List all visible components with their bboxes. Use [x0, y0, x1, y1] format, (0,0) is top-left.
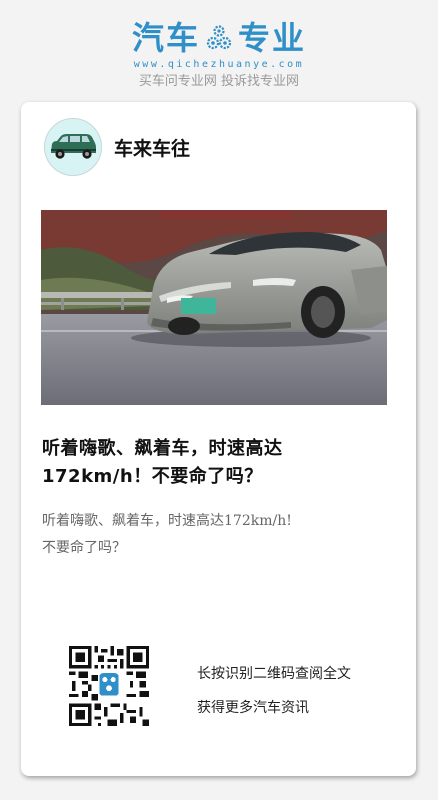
brand-header: 汽车 专业 www.qichezhuanye.com 买车问专业网 投诉找专业网	[0, 18, 438, 91]
brand-name-part2: 专业	[238, 19, 307, 57]
brand-url: www.qichezhuanye.com	[133, 59, 305, 70]
grey-sedan-photo	[41, 210, 387, 405]
qr-code-icon[interactable]	[69, 646, 149, 726]
summary-line-1: 听着嗨歌、飙着车，时速高达172km/h!	[42, 513, 292, 529]
qr-instruction-line-2: 获得更多汽车资讯	[197, 700, 309, 716]
brand-name-part1: 汽车	[131, 19, 200, 57]
qr-instruction-line-1: 长按识别二维码查阅全文	[197, 666, 351, 682]
qr-instructions: 长按识别二维码查阅全文 获得更多汽车资讯	[197, 657, 351, 725]
article-card[interactable]: 车来车往 听着嗨歌、飙着车，时速高达172km/h！不要命了吗？ 听着嗨歌、飙着…	[21, 102, 416, 776]
green-suv-icon	[51, 134, 96, 159]
brand-logo: 汽车 专业	[132, 18, 306, 58]
avatar	[44, 118, 102, 176]
article-title[interactable]: 听着嗨歌、飙着车，时速高达172km/h！不要命了吗？	[42, 435, 392, 491]
article-summary: 听着嗨歌、飙着车，时速高达172km/h! 不要命了吗？	[42, 508, 392, 562]
author-name: 车来车往	[114, 137, 191, 160]
gear-icon	[206, 25, 232, 50]
article-image[interactable]	[41, 210, 387, 405]
summary-line-2: 不要命了吗？	[42, 540, 126, 556]
brand-slogan: 买车问专业网 投诉找专业网	[138, 74, 300, 89]
author-row: 车来车往	[44, 118, 190, 176]
